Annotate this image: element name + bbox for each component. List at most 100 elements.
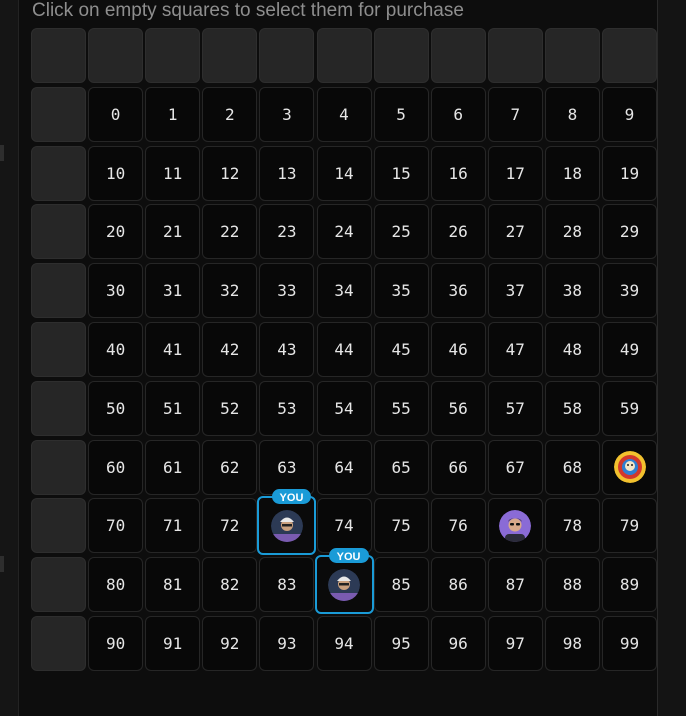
square-90[interactable]: 90 [88, 616, 144, 671]
square-27[interactable]: 27 [487, 204, 543, 260]
owned-square-73[interactable]: YOU [257, 489, 317, 556]
square-98[interactable]: 98 [544, 616, 600, 671]
square-93[interactable]: 93 [259, 616, 315, 671]
square-47[interactable]: 47 [487, 322, 543, 377]
square-94[interactable]: 94 [316, 616, 372, 671]
square-35[interactable]: 35 [373, 263, 429, 319]
square-31[interactable]: 31 [145, 263, 201, 319]
square-13[interactable]: 13 [259, 145, 315, 201]
square-45[interactable]: 45 [373, 322, 429, 377]
square-41[interactable]: 41 [145, 322, 201, 377]
square-86[interactable]: 86 [430, 557, 486, 613]
square-96[interactable]: 96 [430, 616, 486, 671]
square-37[interactable]: 37 [487, 263, 543, 319]
square-75[interactable]: 75 [373, 498, 429, 554]
square-87[interactable]: 87 [487, 557, 543, 613]
square-66[interactable]: 66 [430, 439, 486, 495]
square-99[interactable]: 99 [602, 616, 657, 671]
square-3[interactable]: 3 [259, 86, 315, 142]
square-80[interactable]: 80 [88, 557, 144, 613]
square-49[interactable]: 49 [602, 322, 657, 377]
square-74[interactable]: 74 [316, 498, 372, 554]
square-5[interactable]: 5 [373, 86, 429, 142]
square-4[interactable]: 4 [316, 86, 372, 142]
square-71[interactable]: 71 [145, 498, 201, 554]
square-20[interactable]: 20 [88, 204, 144, 260]
square-97[interactable]: 97 [487, 616, 543, 671]
square-53[interactable]: 53 [259, 380, 315, 436]
square-85[interactable]: 85 [373, 557, 429, 613]
square-0[interactable]: 0 [88, 86, 144, 142]
square-17[interactable]: 17 [487, 145, 543, 201]
square-63[interactable]: 63 [259, 439, 315, 495]
square-11[interactable]: 11 [145, 145, 201, 201]
square-44[interactable]: 44 [316, 322, 372, 377]
square-51[interactable]: 51 [145, 380, 201, 436]
square-9[interactable]: 9 [602, 86, 657, 142]
square-58[interactable]: 58 [544, 380, 600, 436]
square-64[interactable]: 64 [316, 439, 372, 495]
square-30[interactable]: 30 [88, 263, 144, 319]
square-46[interactable]: 46 [430, 322, 486, 377]
square-68[interactable]: 68 [544, 439, 600, 495]
square-28[interactable]: 28 [544, 204, 600, 260]
square-91[interactable]: 91 [145, 616, 201, 671]
square-2[interactable]: 2 [202, 86, 258, 142]
square-88[interactable]: 88 [544, 557, 600, 613]
square-18[interactable]: 18 [544, 145, 600, 201]
square-79[interactable]: 79 [602, 498, 657, 554]
square-22[interactable]: 22 [202, 204, 258, 260]
square-57[interactable]: 57 [487, 380, 543, 436]
square-23[interactable]: 23 [259, 204, 315, 260]
square-54[interactable]: 54 [316, 380, 372, 436]
square-29[interactable]: 29 [602, 204, 657, 260]
square-14[interactable]: 14 [316, 145, 372, 201]
square-42[interactable]: 42 [202, 322, 258, 377]
square-24[interactable]: 24 [316, 204, 372, 260]
square-76[interactable]: 76 [430, 498, 486, 554]
square-16[interactable]: 16 [430, 145, 486, 201]
square-21[interactable]: 21 [145, 204, 201, 260]
square-72[interactable]: 72 [202, 498, 258, 554]
square-52[interactable]: 52 [202, 380, 258, 436]
square-60[interactable]: 60 [88, 439, 144, 495]
square-70[interactable]: 70 [88, 498, 144, 554]
square-12[interactable]: 12 [202, 145, 258, 201]
square-15[interactable]: 15 [373, 145, 429, 201]
square-38[interactable]: 38 [544, 263, 600, 319]
square-48[interactable]: 48 [544, 322, 600, 377]
owned-square-84[interactable]: YOU [314, 548, 374, 615]
square-19[interactable]: 19 [602, 145, 657, 201]
square-65[interactable]: 65 [373, 439, 429, 495]
square-56[interactable]: 56 [430, 380, 486, 436]
square-50[interactable]: 50 [88, 380, 144, 436]
taken-square-77[interactable] [487, 498, 543, 554]
square-8[interactable]: 8 [544, 86, 600, 142]
square-25[interactable]: 25 [373, 204, 429, 260]
square-26[interactable]: 26 [430, 204, 486, 260]
square-92[interactable]: 92 [202, 616, 258, 671]
square-95[interactable]: 95 [373, 616, 429, 671]
square-81[interactable]: 81 [145, 557, 201, 613]
taken-square-69[interactable] [602, 439, 657, 495]
square-78[interactable]: 78 [544, 498, 600, 554]
square-61[interactable]: 61 [145, 439, 201, 495]
square-67[interactable]: 67 [487, 439, 543, 495]
square-43[interactable]: 43 [259, 322, 315, 377]
square-33[interactable]: 33 [259, 263, 315, 319]
square-34[interactable]: 34 [316, 263, 372, 319]
square-10[interactable]: 10 [88, 145, 144, 201]
square-6[interactable]: 6 [430, 86, 486, 142]
square-39[interactable]: 39 [602, 263, 657, 319]
square-59[interactable]: 59 [602, 380, 657, 436]
square-62[interactable]: 62 [202, 439, 258, 495]
square-36[interactable]: 36 [430, 263, 486, 319]
square-55[interactable]: 55 [373, 380, 429, 436]
square-40[interactable]: 40 [88, 322, 144, 377]
square-32[interactable]: 32 [202, 263, 258, 319]
square-1[interactable]: 1 [145, 86, 201, 142]
square-82[interactable]: 82 [202, 557, 258, 613]
square-83[interactable]: 83 [259, 557, 315, 613]
square-7[interactable]: 7 [487, 86, 543, 142]
square-89[interactable]: 89 [602, 557, 657, 613]
